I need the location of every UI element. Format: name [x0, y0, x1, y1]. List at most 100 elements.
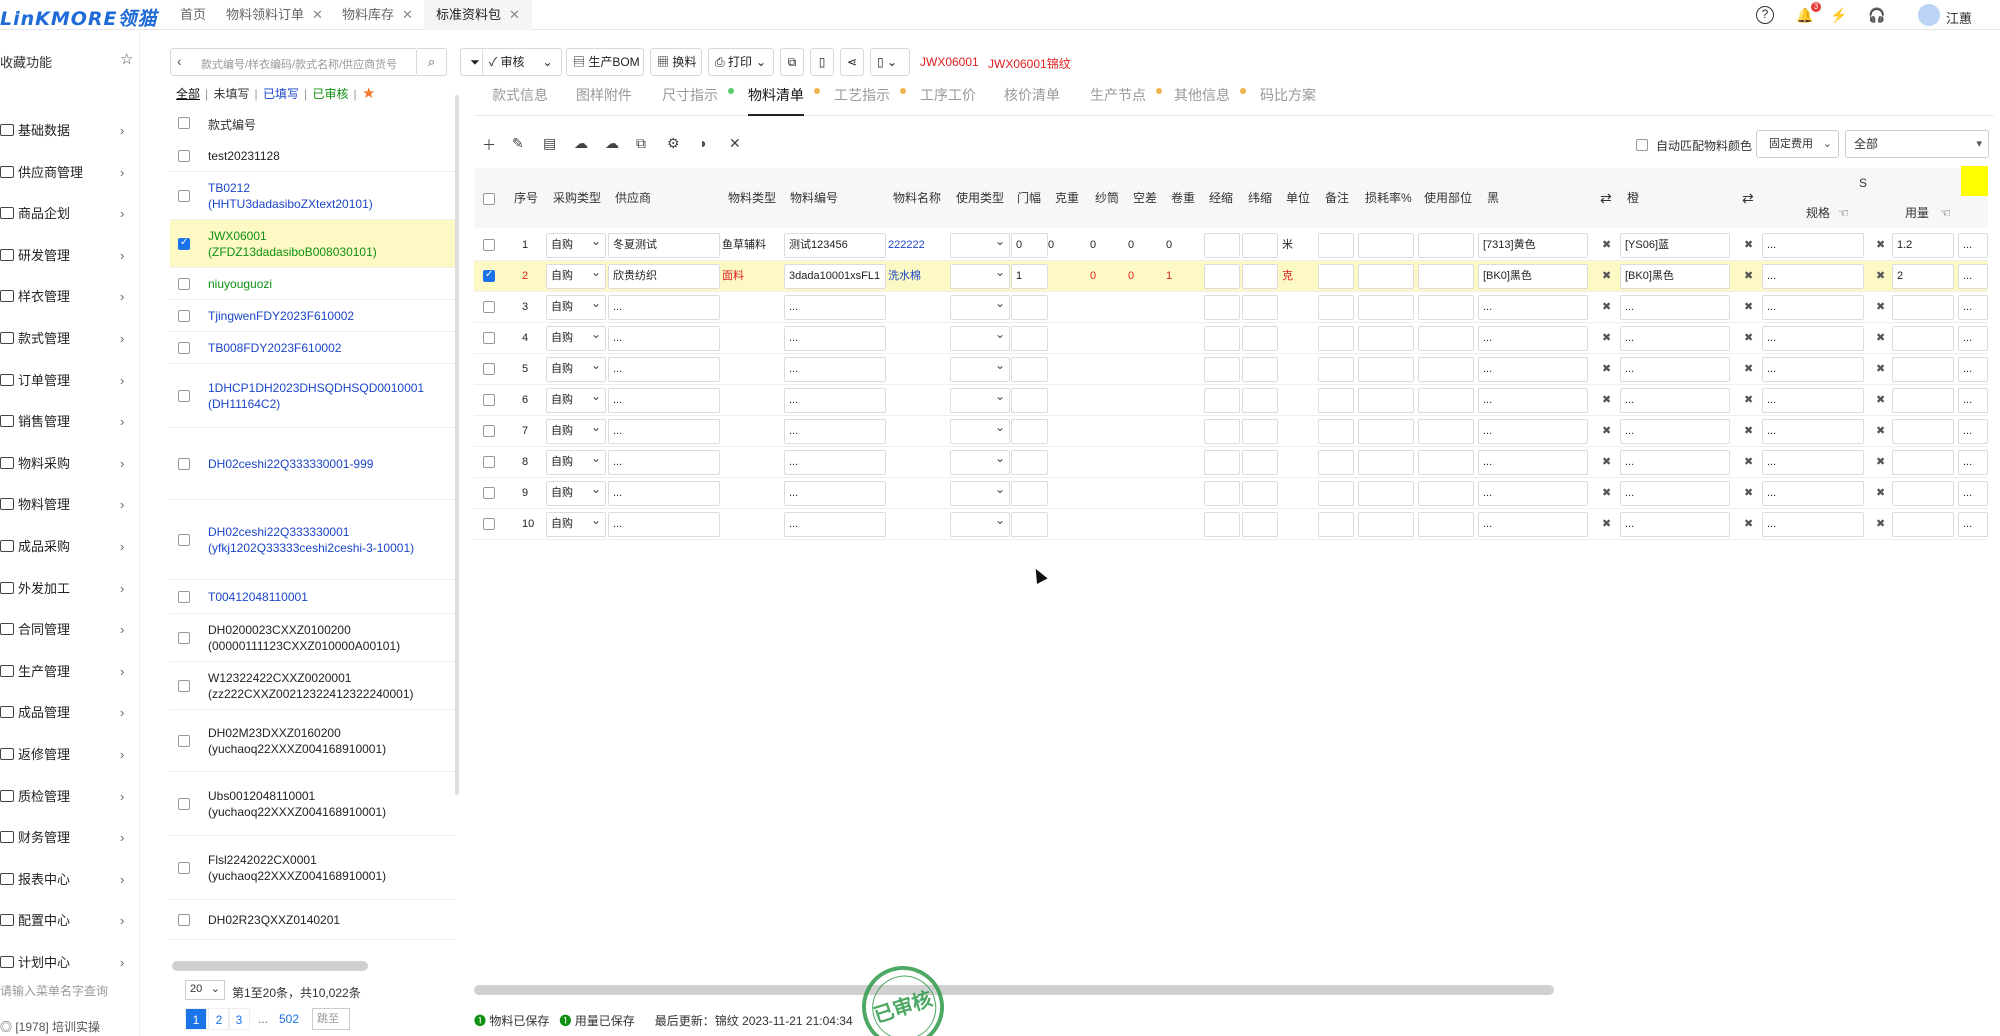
- row-checkbox[interactable]: [178, 190, 190, 202]
- page-last[interactable]: 502: [278, 1008, 300, 1030]
- purchase-type-select[interactable]: 自购: [546, 357, 606, 382]
- subtab[interactable]: 款式信息: [492, 84, 548, 116]
- remark-input[interactable]: [1318, 295, 1354, 320]
- usage-type-select[interactable]: [950, 326, 1010, 351]
- list-scrollbar[interactable]: [455, 95, 459, 795]
- part-input[interactable]: [1418, 450, 1474, 475]
- clear-icon[interactable]: ✖: [1876, 331, 1885, 344]
- sidebar-item[interactable]: 订单管理 ›: [0, 366, 140, 396]
- warp-input[interactable]: [1204, 512, 1240, 537]
- purchase-type-select[interactable]: 自购: [546, 295, 606, 320]
- palette-icon[interactable]: ◑: [698, 135, 706, 151]
- page-3[interactable]: 3: [228, 1008, 250, 1030]
- close-icon[interactable]: ✕: [312, 7, 323, 22]
- width-input[interactable]: 1: [1011, 264, 1048, 289]
- qty-input[interactable]: [1892, 388, 1954, 413]
- clear-icon[interactable]: ✖: [1876, 486, 1885, 499]
- subtab[interactable]: 物料清单: [748, 84, 804, 116]
- row-checkbox[interactable]: [483, 269, 495, 282]
- clear-icon[interactable]: ✖: [1602, 424, 1611, 437]
- subtab[interactable]: 图样附件: [576, 84, 632, 116]
- edit-icon[interactable]: ✎: [512, 135, 524, 152]
- select-all-checkbox[interactable]: [178, 117, 190, 129]
- remark-input[interactable]: [1318, 388, 1354, 413]
- supplier-input[interactable]: ...: [608, 450, 720, 475]
- part-input[interactable]: [1418, 357, 1474, 382]
- clear-icon[interactable]: ✖: [1876, 269, 1885, 282]
- subtab[interactable]: 其他信息: [1174, 84, 1230, 116]
- usage-type-select[interactable]: [950, 450, 1010, 475]
- width-input[interactable]: 0: [1011, 233, 1048, 258]
- sidebar-item[interactable]: 物料采购 ›: [0, 449, 140, 479]
- row-checkbox[interactable]: [483, 394, 495, 406]
- supplier-input[interactable]: 欣贵纺织: [608, 264, 720, 289]
- row-checkbox[interactable]: [178, 591, 190, 603]
- spec-input[interactable]: ...: [1762, 481, 1864, 506]
- purchase-type-select[interactable]: 自购: [546, 388, 606, 413]
- upload-icon[interactable]: ☁: [574, 135, 588, 152]
- color1-input[interactable]: [7313]黄色: [1478, 233, 1588, 258]
- sidebar-item[interactable]: 供应商管理 ›: [0, 158, 140, 188]
- part-input[interactable]: [1418, 326, 1474, 351]
- qty-input[interactable]: 1.2: [1892, 233, 1954, 258]
- clear-icon[interactable]: ✖: [1744, 269, 1753, 282]
- loss-input[interactable]: [1358, 357, 1414, 382]
- clear-icon[interactable]: ✖: [1744, 455, 1753, 468]
- sidebar-item[interactable]: 配置中心 ›: [0, 906, 140, 936]
- weft-input[interactable]: [1242, 388, 1278, 413]
- spec-input[interactable]: ...: [1762, 357, 1864, 382]
- remark-input[interactable]: [1318, 481, 1354, 506]
- list-item[interactable]: TjingwenFDY2023F610002: [170, 300, 455, 332]
- page-1[interactable]: 1: [185, 1008, 207, 1030]
- supplier-input[interactable]: 冬夏测试: [608, 233, 720, 258]
- clear-icon[interactable]: ✖: [1602, 362, 1611, 375]
- sidebar-item[interactable]: 物料管理 ›: [0, 490, 140, 520]
- supplier-input[interactable]: ...: [608, 295, 720, 320]
- color1-input[interactable]: ...: [1478, 512, 1588, 537]
- color1-input[interactable]: ...: [1478, 388, 1588, 413]
- subtab[interactable]: 工序工价: [920, 84, 976, 116]
- material-code-input[interactable]: ...: [784, 481, 886, 506]
- star-filter-icon[interactable]: ★: [362, 85, 375, 102]
- table-row[interactable]: 8 自购......... ✖... ✖... ✖...: [474, 447, 1988, 478]
- qty-input[interactable]: [1892, 450, 1954, 475]
- spec-input[interactable]: ...: [1762, 326, 1864, 351]
- warp-input[interactable]: [1204, 233, 1240, 258]
- clear-icon[interactable]: ✖: [1876, 393, 1885, 406]
- purchase-type-select[interactable]: 自购: [546, 512, 606, 537]
- part-input[interactable]: [1418, 512, 1474, 537]
- avatar[interactable]: [1918, 4, 1940, 26]
- row-checkbox[interactable]: [483, 456, 495, 468]
- color2-input[interactable]: [YS06]蓝: [1620, 233, 1730, 258]
- sidebar-item[interactable]: 成品管理 ›: [0, 698, 140, 728]
- swap-icon[interactable]: ⇄: [1742, 168, 1754, 228]
- more-input[interactable]: ...: [1958, 326, 1988, 351]
- clear-icon[interactable]: ✖: [1602, 455, 1611, 468]
- row-checkbox[interactable]: [483, 425, 495, 437]
- sidebar-item[interactable]: 报表中心 ›: [0, 865, 140, 895]
- remark-input[interactable]: [1318, 264, 1354, 289]
- list-item[interactable]: T00412048110001: [170, 580, 455, 614]
- row-checkbox[interactable]: [178, 458, 190, 470]
- loss-input[interactable]: [1358, 419, 1414, 444]
- supplier-input[interactable]: ...: [608, 388, 720, 413]
- calculator-icon[interactable]: ▤: [543, 135, 556, 152]
- subtab[interactable]: 码比方案: [1260, 84, 1316, 116]
- clear-icon[interactable]: ✖: [1876, 517, 1885, 530]
- more-input[interactable]: ...: [1958, 233, 1988, 258]
- usage-type-select[interactable]: [950, 233, 1010, 258]
- clear-icon[interactable]: ✖: [1602, 331, 1611, 344]
- color1-input[interactable]: ...: [1478, 419, 1588, 444]
- part-input[interactable]: [1418, 481, 1474, 506]
- all-select[interactable]: 全部 ▾: [1845, 130, 1989, 158]
- supplier-input[interactable]: ...: [608, 326, 720, 351]
- page-2[interactable]: 2: [208, 1008, 230, 1030]
- width-input[interactable]: [1011, 295, 1048, 320]
- purchase-type-select[interactable]: 自购: [546, 450, 606, 475]
- add-icon[interactable]: ＋: [482, 135, 496, 155]
- export-button[interactable]: ▯ ⌄: [870, 48, 910, 76]
- quick-action-icon[interactable]: ⚡: [1828, 4, 1850, 26]
- usage-type-select[interactable]: [950, 512, 1010, 537]
- spec-input[interactable]: ...: [1762, 512, 1864, 537]
- more-input[interactable]: ...: [1958, 481, 1988, 506]
